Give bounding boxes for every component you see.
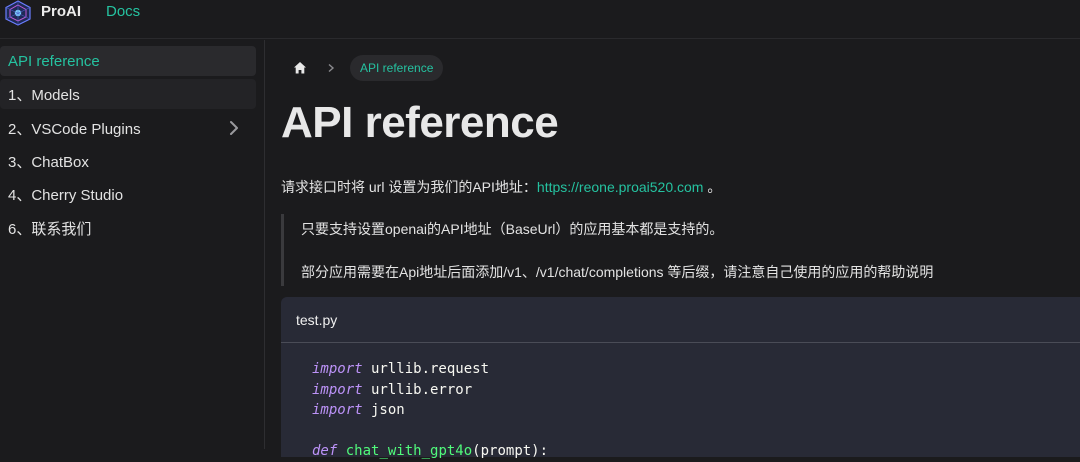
sidebar-item-label: 3、ChatBox (8, 153, 89, 171)
intro-suffix: 。 (703, 179, 722, 195)
main-content: API reference API reference 请求接口时将 url 设… (266, 40, 1080, 459)
code-block: test.py import urllib.request import urll… (281, 297, 1080, 459)
chevron-right-icon (328, 63, 335, 73)
api-base-url-link[interactable]: https://reone.proai520.com (537, 179, 704, 195)
sidebar-item-label: 4、Cherry Studio (8, 186, 124, 204)
sidebar-item-chatbox[interactable]: 3、ChatBox (0, 146, 256, 176)
sidebar-item-label: API reference (8, 52, 100, 70)
sidebar-item-cherry-studio[interactable]: 4、Cherry Studio (0, 179, 256, 209)
sidebar-item-label: 6、联系我们 (8, 220, 92, 238)
brand-name[interactable]: ProAI (41, 3, 81, 20)
home-icon[interactable] (292, 60, 308, 76)
sidebar-item-label: 2、VSCode Plugins (8, 120, 141, 138)
nav-docs-link[interactable]: Docs (106, 3, 140, 20)
breadcrumb: API reference (290, 54, 444, 82)
code-line: def chat_with_gpt4o(prompt): (312, 443, 549, 459)
sidebar-item-vscode-plugins[interactable]: 2、VSCode Plugins (0, 113, 256, 143)
sidebar: API reference 1、Models 2、VSCode Plugins … (0, 40, 265, 449)
proai-logo-icon[interactable] (4, 0, 32, 26)
code-filename: test.py (281, 297, 1080, 343)
note-blockquote: 只要支持设置openai的API地址（BaseUrl）的应用基本都是支持的。 部… (281, 214, 1061, 286)
code-line: import json (312, 402, 405, 418)
code-line: import urllib.request (312, 361, 490, 377)
sidebar-item-label: 1、Models (8, 86, 80, 104)
intro-text: 请求接口时将 url 设置为我们的API地址：https://reone.pro… (281, 177, 721, 197)
chevron-right-icon[interactable] (226, 119, 242, 137)
note-line-2: 部分应用需要在Api地址后面添加/v1、/v1/chat/completions… (301, 264, 934, 280)
sidebar-item-models[interactable]: 1、Models (0, 79, 256, 109)
code-content[interactable]: import urllib.request import urllib.error… (281, 343, 1080, 462)
code-line: import urllib.error (312, 381, 473, 398)
page-title: API reference (281, 98, 559, 147)
breadcrumb-current: API reference (350, 55, 444, 81)
top-navbar: ProAI Docs (0, 0, 1080, 39)
intro-prefix: 请求接口时将 url 设置为我们的API地址： (281, 179, 537, 195)
sidebar-item-api-reference[interactable]: API reference (0, 46, 256, 76)
sidebar-item-contact-us[interactable]: 6、联系我们 (0, 213, 256, 243)
note-line-1: 只要支持设置openai的API地址（BaseUrl）的应用基本都是支持的。 (301, 221, 724, 237)
